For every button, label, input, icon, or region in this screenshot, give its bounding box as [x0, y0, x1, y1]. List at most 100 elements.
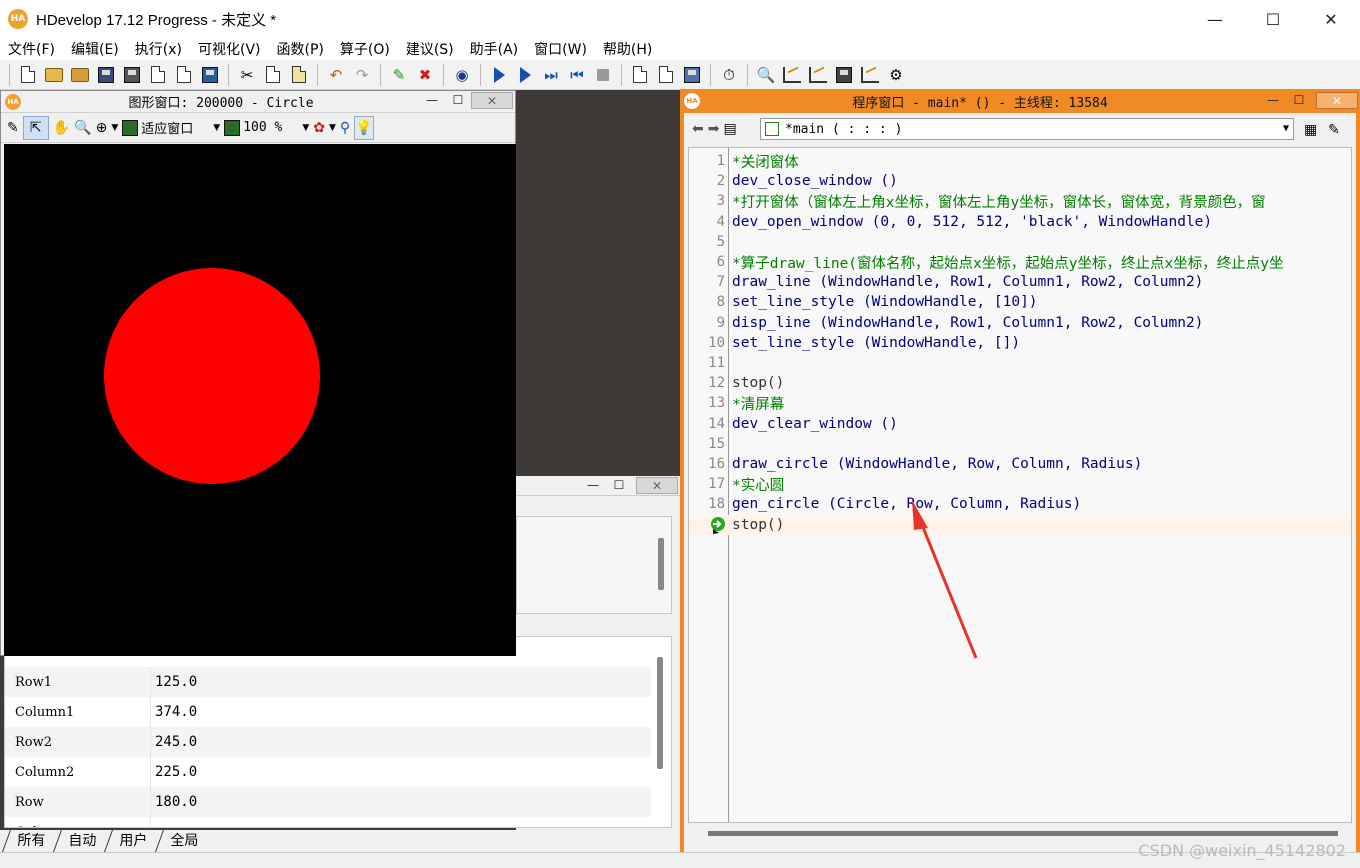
redo-icon[interactable]: ↷ [350, 63, 374, 87]
reset-program-icon[interactable] [628, 63, 652, 87]
menu-edit[interactable]: 编辑(E) [63, 39, 127, 59]
tab-auto[interactable]: 自动 [52, 830, 111, 852]
find-icon[interactable]: ◉ [450, 63, 474, 87]
minimize-button[interactable]: — [1186, 0, 1244, 38]
copy-icon[interactable] [261, 63, 285, 87]
insert-procedure-icon[interactable] [146, 63, 170, 87]
zoom-percent-control[interactable]: 100 % ▼ [224, 116, 309, 140]
region-info-icon[interactable]: ⚲ [340, 116, 350, 140]
code-line[interactable]: 1 *关闭窗体 [689, 151, 1351, 171]
close-button[interactable]: ✕ [1302, 0, 1360, 38]
activate-icon[interactable]: ✎ [387, 63, 411, 87]
procedure-list-icon[interactable]: ▤ [723, 117, 736, 141]
menu-file[interactable]: 文件(F) [0, 39, 63, 59]
prog-minimize-button[interactable]: — [1260, 93, 1286, 107]
new-file-icon[interactable] [16, 63, 40, 87]
code-line[interactable]: 12 stop() [689, 373, 1351, 393]
code-line[interactable]: 8 set_line_style (WindowHandle, [10]) [689, 292, 1351, 312]
export-icon[interactable] [172, 63, 196, 87]
run-icon[interactable] [487, 63, 511, 87]
print-icon[interactable] [120, 63, 144, 87]
pan-hand-icon[interactable]: ✋ [53, 116, 70, 140]
magnifier-icon[interactable]: 🔍 [74, 116, 91, 140]
code-line[interactable]: 10 set_line_style (WindowHandle, []) [689, 333, 1351, 353]
clean-icon[interactable]: ✎ [1328, 118, 1340, 142]
edit-icon[interactable]: ✎ [7, 116, 19, 140]
menu-visualization[interactable]: 可视化(V) [190, 39, 269, 59]
code-line[interactable]: 17 *实心圆 [689, 474, 1351, 494]
menu-operators[interactable]: 算子(O) [332, 39, 398, 59]
tab-user[interactable]: 用户 [103, 830, 162, 852]
var-close-button[interactable]: ✕ [636, 477, 678, 494]
code-line[interactable]: 4 dev_open_window (0, 0, 512, 512, 'black… [689, 212, 1351, 232]
feature-histogram-icon[interactable] [832, 63, 856, 87]
tab-all[interactable]: 所有 [1, 830, 60, 852]
color-settings-icon[interactable]: ✿ [313, 116, 325, 140]
calibration-icon[interactable]: ⚙ [884, 63, 908, 87]
forward-arrow-icon[interactable]: ➡ [708, 117, 720, 141]
graphics-canvas[interactable] [4, 144, 516, 656]
prog-close-button[interactable]: ✕ [1316, 92, 1358, 109]
deactivate-icon[interactable]: ✖ [413, 63, 437, 87]
paste-icon[interactable] [287, 63, 311, 87]
menu-suggestions[interactable]: 建议(S) [398, 39, 462, 59]
step-over-icon[interactable] [513, 63, 537, 87]
code-editor[interactable]: 1 *关闭窗体 2 dev_close_window () 3 *打开窗体（窗体左上角x坐… [688, 147, 1352, 823]
gfx-maximize-button[interactable]: ☐ [445, 93, 471, 107]
histogram-icon[interactable] [806, 63, 830, 87]
var-minimize-button[interactable]: — [580, 478, 606, 492]
settings-icon[interactable] [198, 63, 222, 87]
code-line[interactable]: 5 [689, 232, 1351, 252]
menu-assistants[interactable]: 助手(A) [462, 39, 527, 59]
open-example-icon[interactable] [68, 63, 92, 87]
tab-global[interactable]: 全局 [154, 830, 213, 852]
code-line[interactable]: 9 disp_line (WindowHandle, Row1, Column1,… [689, 313, 1351, 333]
variables-scrollbar[interactable] [657, 657, 663, 769]
menu-execute[interactable]: 执行(x) [127, 39, 190, 59]
back-arrow-icon[interactable]: ⬅ [692, 117, 704, 141]
code-line[interactable]: 16 draw_circle (WindowHandle, Row, Column… [689, 454, 1351, 474]
code-line[interactable]: 11 [689, 353, 1351, 373]
open-folder-icon[interactable] [42, 63, 66, 87]
table-row[interactable]: Row2 245.0 [5, 727, 651, 757]
save-icon[interactable] [94, 63, 118, 87]
prog-maximize-button[interactable]: ☐ [1286, 93, 1312, 107]
code-line[interactable]: 3 *打开窗体（窗体左上角x坐标，窗体左上角y坐标，窗体长，窗体宽，背景颜色，窗 [689, 191, 1351, 211]
undo-icon[interactable]: ↶ [324, 63, 348, 87]
code-line[interactable]: 13 *清屏幕 [689, 393, 1351, 413]
pointer-icon[interactable]: ⇱ [22, 115, 49, 140]
table-row[interactable]: Col [5, 817, 651, 827]
timer-icon[interactable]: ⏱ [717, 63, 741, 87]
scrollbar-thumb[interactable] [708, 831, 1338, 836]
code-line[interactable]: 14 dev_clear_window () [689, 414, 1351, 434]
gfx-close-button[interactable]: ✕ [471, 92, 513, 109]
code-line[interactable]: 2 dev_close_window () [689, 171, 1351, 191]
maximize-button[interactable]: ☐ [1244, 0, 1302, 38]
fit-window-control[interactable]: 适应窗口 ▼ [122, 116, 220, 140]
table-row[interactable]: Row 180.0 [5, 787, 651, 817]
procedure-select[interactable]: *main ( : : : ) ▼ [760, 118, 1294, 140]
code-line[interactable]: 18 gen_circle (Circle, Row, Column, Radiu… [689, 494, 1351, 514]
iconic-scrollbar[interactable] [658, 538, 664, 590]
code-line[interactable]: 6 *算子draw_line(窗体名称，起始点x坐标，起始点y坐标，终止点x坐标，… [689, 252, 1351, 272]
gfx-minimize-button[interactable]: — [419, 93, 445, 107]
step-into-icon[interactable]: ⏭ [539, 63, 563, 87]
color-dropdown-icon[interactable]: ▼ [329, 116, 336, 140]
lightbulb-icon[interactable]: 💡 [354, 115, 374, 140]
stop-icon[interactable] [591, 63, 615, 87]
code-line[interactable]: 7 draw_line (WindowHandle, Row1, Column1,… [689, 272, 1351, 292]
horizontal-scrollbar[interactable] [688, 825, 1352, 841]
menu-help[interactable]: 帮助(H) [595, 39, 660, 59]
table-row[interactable]: Row1 125.0 [5, 667, 651, 697]
var-maximize-button[interactable]: ☐ [606, 478, 632, 492]
table-row[interactable]: Column1 374.0 [5, 697, 651, 727]
line-profile-icon[interactable] [858, 63, 882, 87]
reset-icon[interactable] [654, 63, 678, 87]
zoom-icon[interactable]: ⊕ [96, 116, 108, 140]
code-line[interactable]: 15 [689, 434, 1351, 454]
menu-window[interactable]: 窗口(W) [526, 39, 595, 59]
gray-histogram-icon[interactable] [780, 63, 804, 87]
menu-procedures[interactable]: 函数(P) [269, 39, 332, 59]
zoom-window-icon[interactable]: 🔍 [754, 63, 778, 87]
profiler-icon[interactable] [680, 63, 704, 87]
